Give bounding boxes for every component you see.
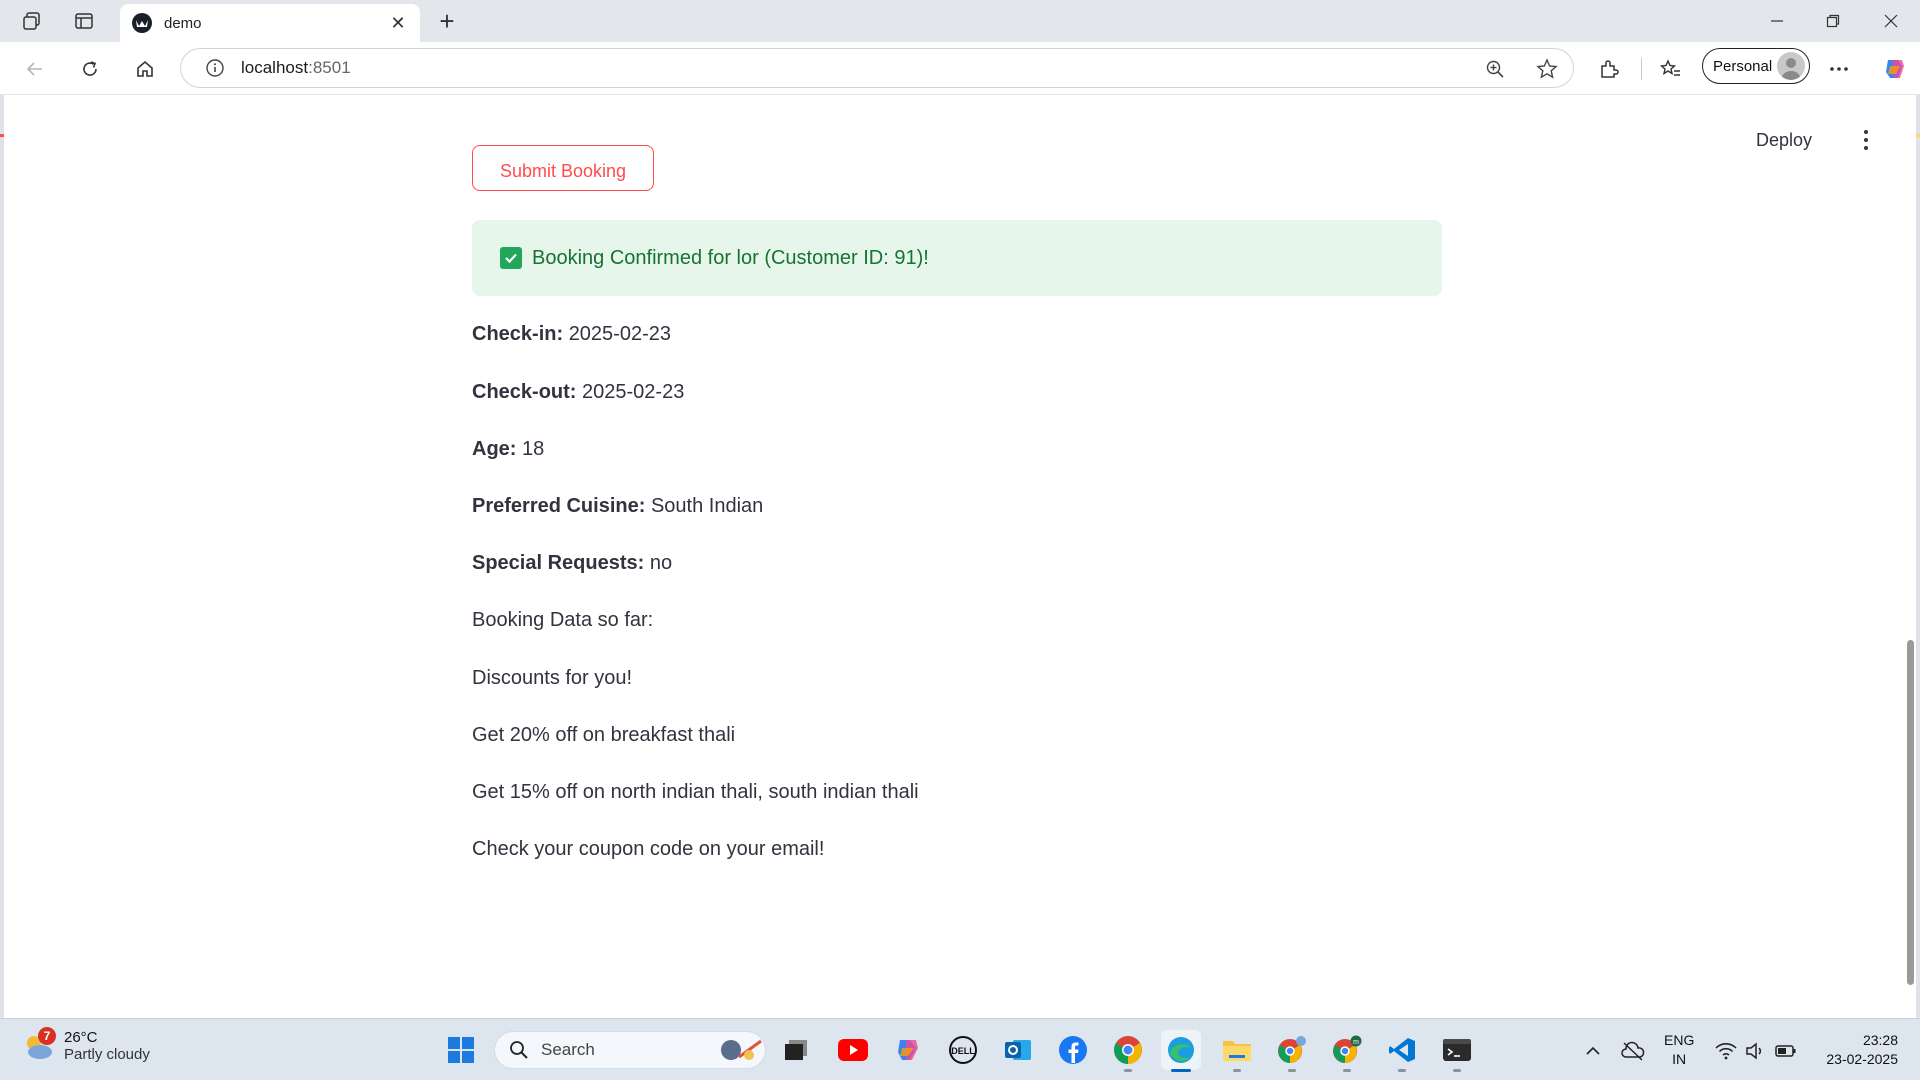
copilot-icon[interactable] [1880,54,1910,84]
chrome-profile-icon[interactable] [1272,1030,1312,1072]
weather-widget[interactable]: 7 26°C Partly cloudy [22,1027,150,1063]
favorite-star-icon[interactable] [1535,57,1559,81]
more-menu-icon[interactable] [1824,54,1854,84]
favorites-icon[interactable] [1656,54,1686,84]
booking-data-heading: Booking Data so far: [472,609,654,631]
chrome-icon[interactable] [1108,1030,1148,1072]
success-alert: Booking Confirmed for lor (Customer ID: … [472,220,1442,296]
chrome-profile-m-icon[interactable]: m [1327,1030,1367,1072]
vertical-tabs-icon[interactable] [71,8,97,34]
app-menu-icon[interactable] [1856,128,1876,152]
deploy-button[interactable]: Deploy [1756,130,1812,151]
toolbar-divider [1641,58,1642,80]
chevron-up-icon[interactable] [1581,1039,1605,1063]
submit-booking-button[interactable]: Submit Booking [472,145,654,191]
discount-breakfast: Get 20% off on breakfast thali [472,724,736,746]
svg-text:DELL: DELL [951,1046,975,1056]
zoom-icon[interactable] [1483,57,1507,81]
language-indicator[interactable]: ENG IN [1664,1031,1694,1069]
edge-icon[interactable] [1161,1030,1201,1072]
close-tab-icon[interactable]: ✕ [388,13,408,34]
taskbar-search[interactable]: Search [494,1031,766,1069]
coupon-note: Check your coupon code on your email! [472,838,825,860]
search-icon [510,1041,528,1059]
site-info-icon[interactable] [203,56,227,80]
address-bar[interactable]: localhost:8501 [180,48,1574,88]
minimize-icon[interactable] [1752,6,1802,36]
url-text: localhost:8501 [241,58,351,77]
discount-thali: Get 15% off on north indian thali, south… [472,781,919,803]
dell-icon[interactable]: DELL [943,1030,983,1070]
discounts-heading: Discounts for you! [472,667,633,689]
active-tab[interactable]: demo ✕ [120,4,420,42]
restore-icon[interactable] [1808,6,1858,36]
windows-taskbar: 7 26°C Partly cloudy Search DELL m ENG I… [0,1018,1920,1080]
vscode-icon[interactable] [1382,1030,1422,1072]
detail-preferred-cuisine: Preferred Cuisine: South Indian [472,495,764,517]
new-tab-icon[interactable]: + [432,6,462,36]
streamlit-page: Deploy Submit Booking Booking Confirmed … [4,95,1916,1018]
detail-special-requests: Special Requests: no [472,552,673,574]
copilot-app-icon[interactable] [888,1030,928,1070]
battery-icon[interactable] [1774,1039,1798,1063]
wifi-icon[interactable] [1714,1039,1738,1063]
windows-start-icon[interactable] [441,1030,481,1070]
profile-button[interactable]: Personal [1702,48,1810,84]
streamlit-favicon-icon [132,13,152,33]
browser-tab-bar: demo ✕ + [0,0,1920,42]
page-scrollbar[interactable] [1907,640,1914,985]
detail-age: Age: 18 [472,438,545,460]
svg-text:m: m [1353,1039,1359,1046]
success-message: Booking Confirmed for lor (Customer ID: … [532,246,929,269]
browser-toolbar: localhost:8501 Personal [0,42,1920,137]
task-view-icon[interactable] [776,1030,816,1070]
extensions-icon[interactable] [1594,54,1624,84]
workspaces-icon[interactable] [19,8,45,34]
back-arrow-icon[interactable] [20,54,50,84]
outlook-icon[interactable] [998,1030,1038,1070]
detail-check-in: Check-in: 2025-02-23 [472,323,671,345]
home-icon[interactable] [130,54,160,84]
partly-cloudy-icon: 7 [22,1027,56,1061]
file-explorer-icon[interactable] [1217,1030,1257,1072]
reload-icon[interactable] [75,54,105,84]
youtube-icon[interactable] [833,1030,873,1070]
onedrive-offline-icon[interactable] [1621,1039,1645,1063]
terminal-icon[interactable] [1437,1030,1477,1072]
detail-check-out: Check-out: 2025-02-23 [472,381,685,403]
system-clock[interactable]: 23:28 23-02-2025 [1812,1031,1898,1069]
checkmark-icon [500,247,522,269]
facebook-icon[interactable] [1053,1030,1093,1070]
volume-icon[interactable] [1743,1039,1767,1063]
close-window-icon[interactable] [1866,6,1916,36]
avatar [1777,52,1805,80]
search-highlight-icon [721,1039,762,1060]
tab-title: demo [164,14,202,32]
